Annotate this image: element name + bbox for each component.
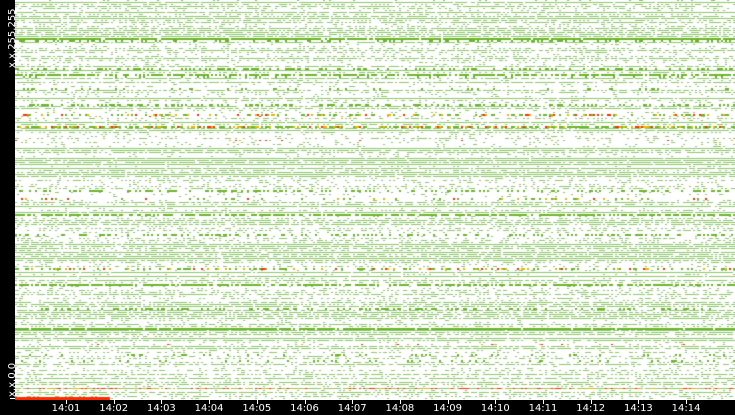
traffic-heatmap: x.x.255.255 x.x.0.0 14:01 14:02 14:03 14:04… xyxy=(0,0,735,415)
heatmap-plot-area[interactable] xyxy=(15,0,735,400)
x-tick-label: 14:12 xyxy=(576,403,606,414)
x-tick-label: 14:14 xyxy=(671,403,701,414)
y-label-top: x.x.255.255 xyxy=(7,8,18,68)
x-tick-label: 14:02 xyxy=(99,403,129,414)
x-tick-label: 14:10 xyxy=(480,403,510,414)
x-tick-label: 14:13 xyxy=(623,403,653,414)
y-tick xyxy=(10,398,15,399)
x-tick-label: 14:06 xyxy=(290,403,319,414)
x-tick-label: 14:11 xyxy=(528,403,558,414)
y-label-bottom: x.x.0.0 xyxy=(7,362,18,397)
x-tick-label: 14:09 xyxy=(433,403,463,414)
x-axis: 14:01 14:02 14:03 14:04 14:05 14:06 14:07 14:08… xyxy=(15,400,735,415)
y-axis: x.x.255.255 x.x.0.0 xyxy=(0,0,18,400)
x-tick-label: 14:05 xyxy=(242,403,272,414)
x-tick-label: 14:03 xyxy=(146,403,176,414)
x-tick-label: 14:08 xyxy=(385,403,415,414)
x-tick-label: 14:04 xyxy=(194,403,224,414)
x-tick-label: 14:07 xyxy=(337,403,367,414)
heatmap-cells xyxy=(15,0,735,400)
x-tick-label: 14:01 xyxy=(51,403,81,414)
